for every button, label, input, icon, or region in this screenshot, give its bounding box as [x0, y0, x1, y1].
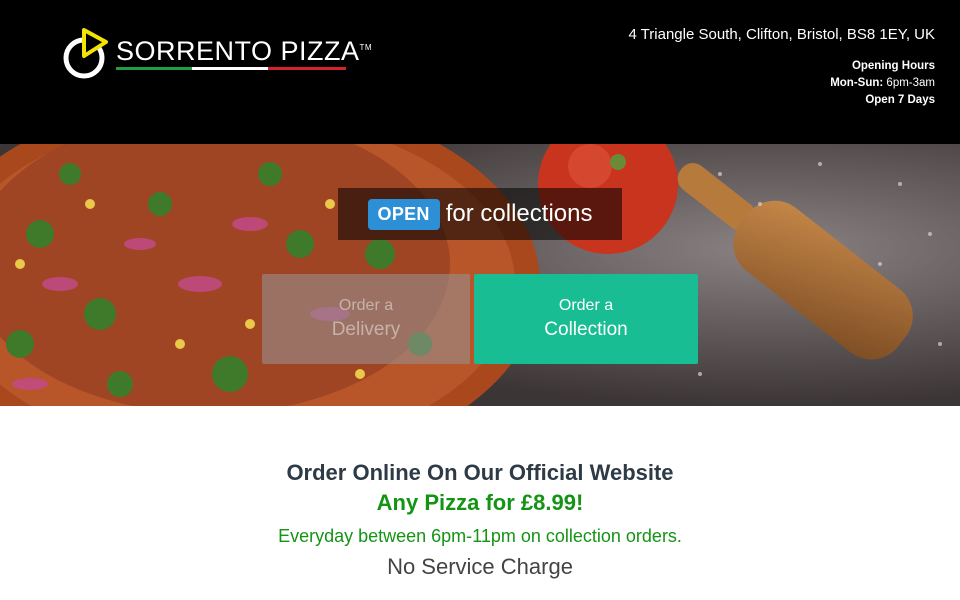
- hours-days-label: Mon-Sun:: [830, 77, 884, 89]
- site-header: SORRENTO PIZZATM 4 Triangle South, Clift…: [0, 0, 960, 144]
- promo-offer-detail: Everyday between 6pm-11pm on collection …: [278, 526, 682, 546]
- open-status-badge: OPEN: [367, 198, 440, 230]
- promo-heading: Order Online On Our Official Website: [286, 460, 674, 485]
- promo-service-note: No Service Charge: [387, 554, 573, 579]
- store-address: 4 Triangle South, Clifton, Bristol, BS8 …: [628, 26, 935, 43]
- order-delivery-button[interactable]: Order a Delivery: [262, 274, 470, 364]
- hours-days-value: 6pm-3am: [886, 77, 935, 89]
- promo-section: Order Online On Our Official Website Any…: [0, 406, 960, 600]
- order-collection-button[interactable]: Order a Collection: [474, 274, 698, 364]
- collection-button-line1: Order a: [558, 297, 614, 314]
- site-logo[interactable]: SORRENTO PIZZATM: [62, 24, 372, 84]
- logo-wordmark: SORRENTO PIZZATM: [116, 36, 373, 66]
- collection-button-line2: Collection: [544, 319, 628, 340]
- status-text: for collections: [445, 200, 593, 227]
- promo-offer: Any Pizza for £8.99!: [376, 490, 584, 515]
- delivery-button-line1: Order a: [338, 297, 394, 314]
- hero-banner: OPEN for collections Order a Delivery Or…: [0, 144, 960, 406]
- pizza-slice-ring-icon: [63, 28, 108, 79]
- store-status-bar: OPEN for collections: [338, 188, 622, 240]
- hours-title: Opening Hours: [851, 60, 935, 72]
- delivery-button-line2: Delivery: [331, 319, 401, 340]
- opening-hours: Opening Hours Mon-Sun: 6pm-3am Open 7 Da…: [830, 58, 935, 109]
- logo-flag-stripe: [116, 67, 346, 70]
- hours-note: Open 7 Days: [865, 94, 935, 106]
